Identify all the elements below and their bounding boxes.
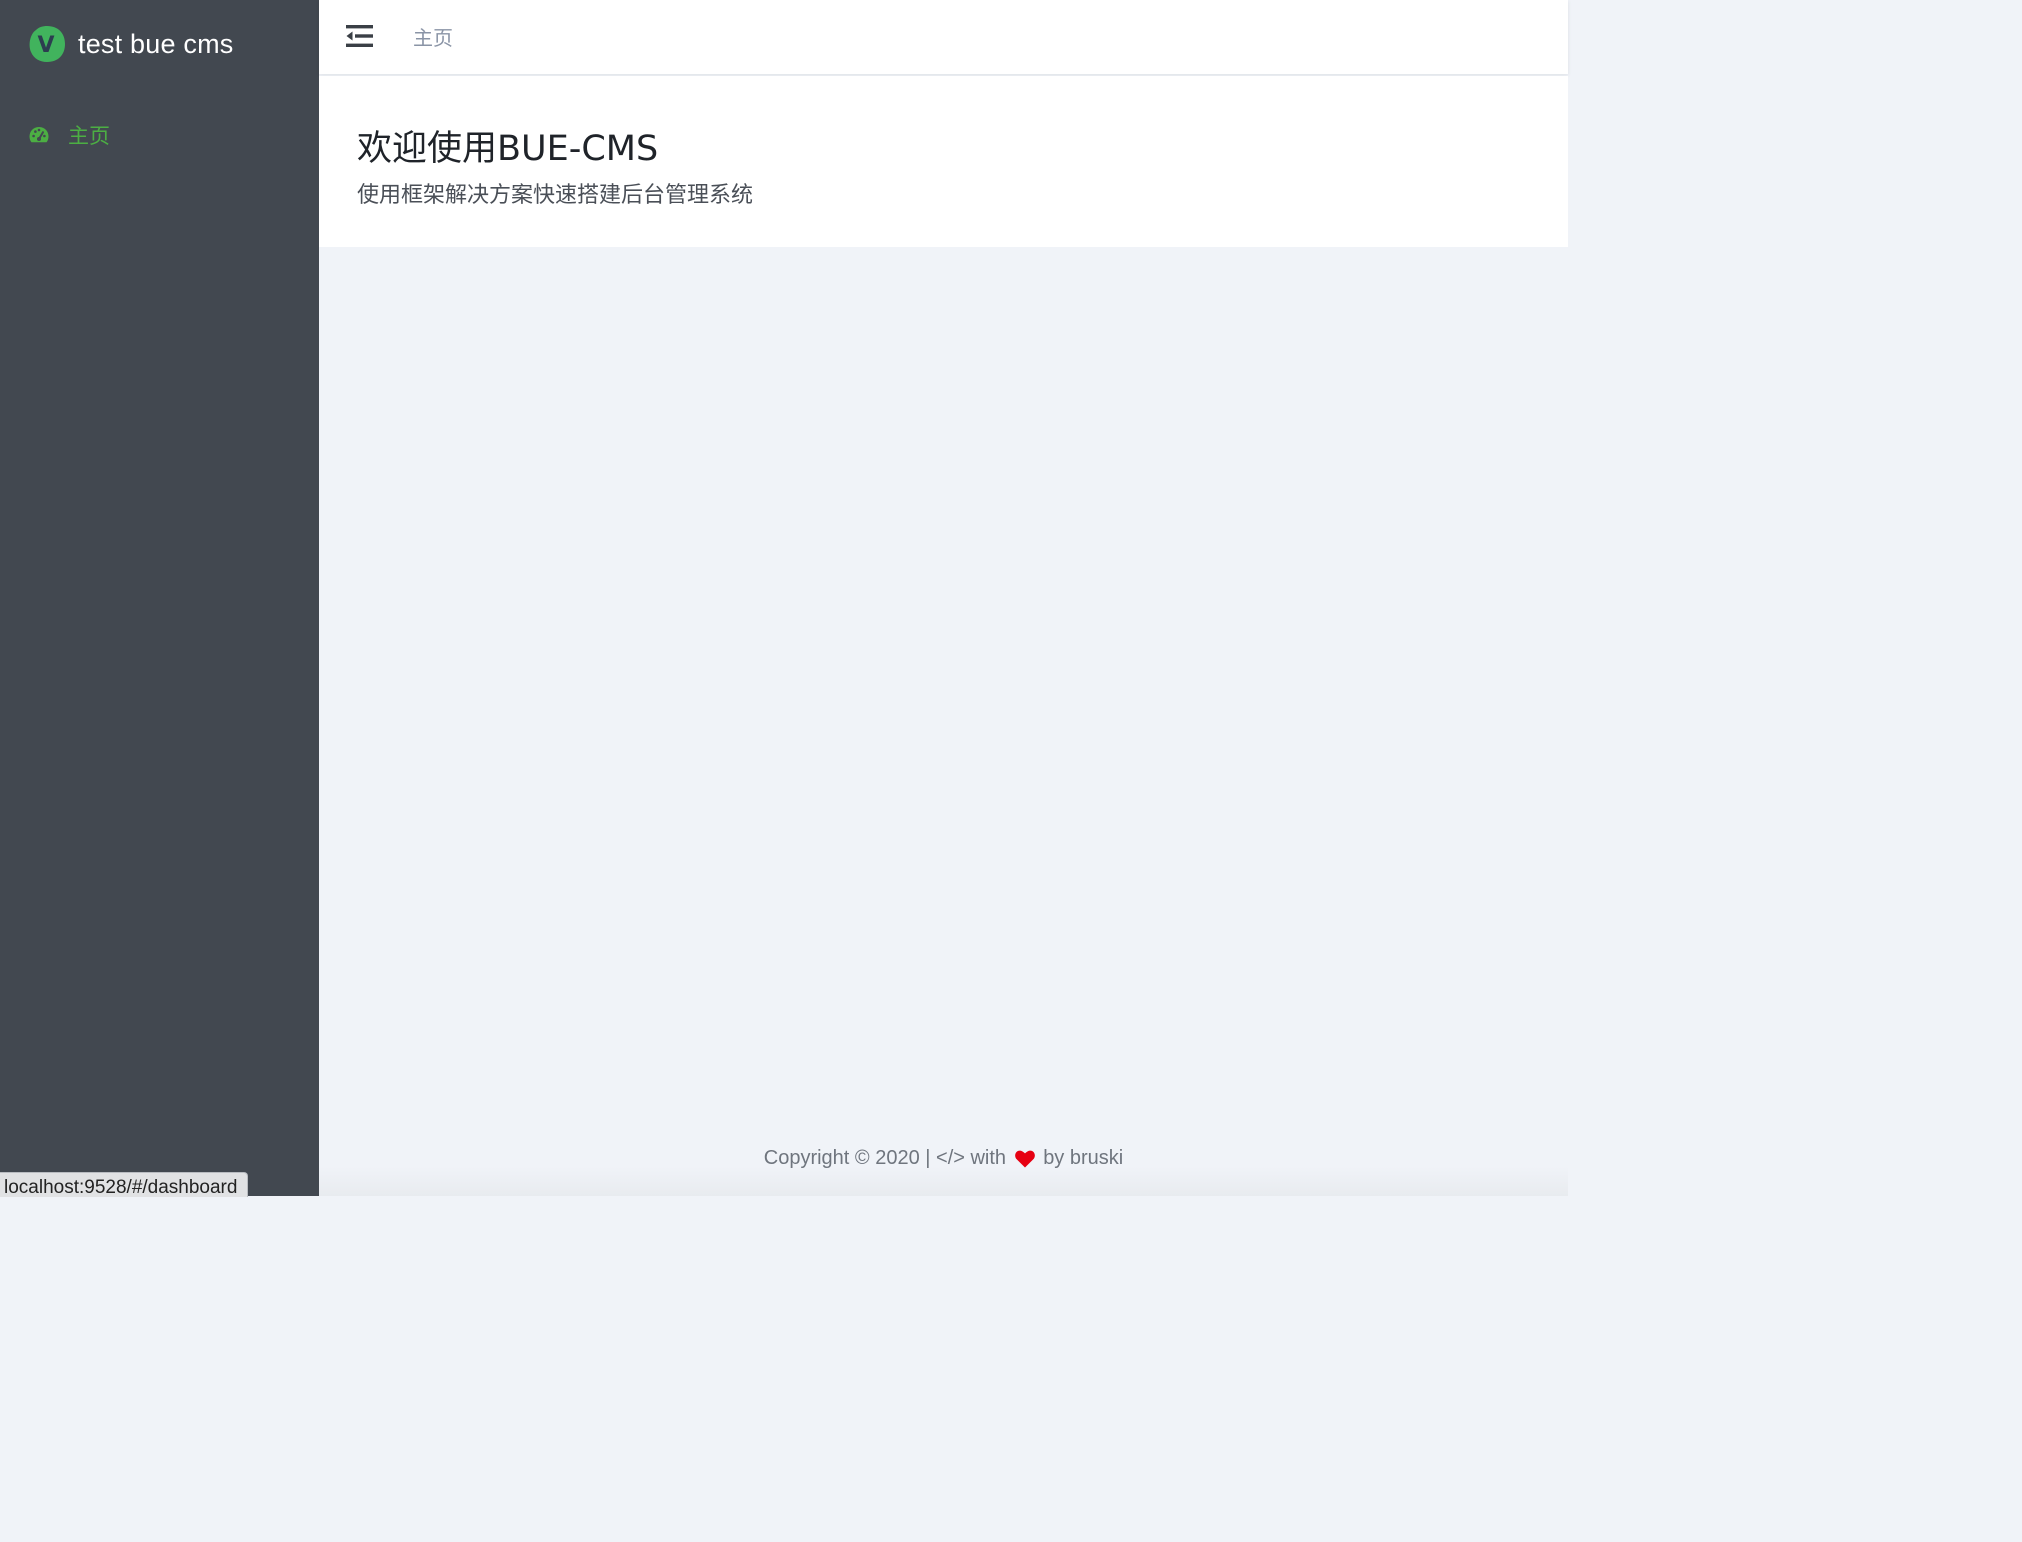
status-bar-url: localhost:9528/#/dashboard	[0, 1172, 249, 1197]
breadcrumb-item-home[interactable]: 主页	[413, 26, 453, 50]
page-title: 欢迎使用BUE-CMS	[357, 129, 659, 169]
app-logo-icon: V	[29, 26, 66, 62]
welcome-panel: 欢迎使用BUE-CMS 使用框架解决方案快速搭建后台管理系统	[319, 76, 1568, 247]
breadcrumb: 主页	[413, 22, 453, 51]
page-subtitle: 使用框架解决方案快速搭建后台管理系统	[357, 183, 754, 208]
copyright-suffix: by bruski	[1043, 1147, 1124, 1170]
app-title: test bue cms	[78, 28, 234, 59]
heart-icon	[1014, 1150, 1035, 1168]
menu-fold-icon[interactable]	[346, 22, 374, 50]
sidebar-logo[interactable]: V test bue cms	[28, 24, 233, 64]
copyright-text: Copyright © 2020 | </> with by bruski	[319, 1147, 1568, 1170]
sidebar-item-home[interactable]: 主页	[28, 118, 110, 152]
footer: Copyright © 2020 | </> with by bruski	[319, 1130, 1568, 1196]
sidebar-item-label: 主页	[68, 124, 110, 148]
copyright-prefix: Copyright © 2020 | </> with	[763, 1147, 1007, 1170]
logo-letter: V	[37, 33, 54, 58]
topbar: 主页	[319, 0, 1568, 74]
sidebar: V test bue cms 主页	[0, 0, 319, 1196]
dashboard-icon	[29, 127, 49, 143]
